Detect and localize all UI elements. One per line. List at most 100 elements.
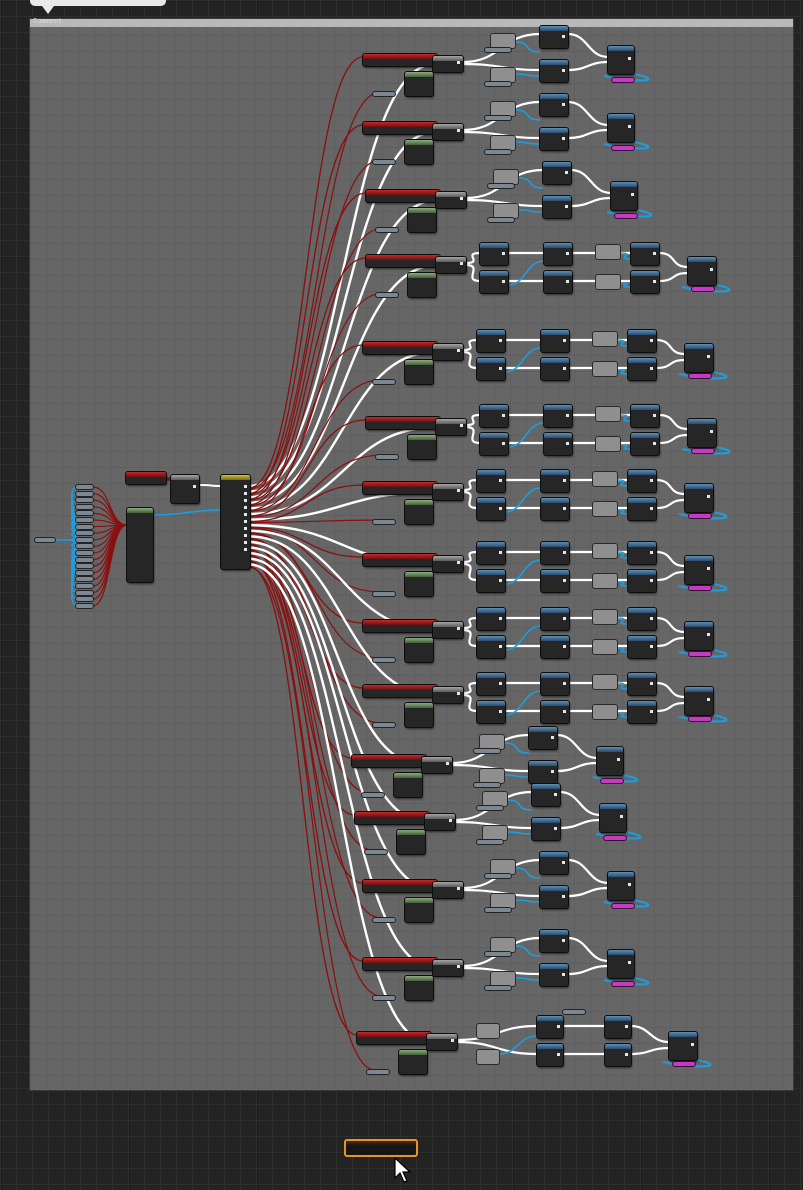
row-output-variable[interactable] [689, 374, 711, 378]
exec-pin-icon[interactable] [625, 1053, 628, 1056]
row-variable-node[interactable] [488, 218, 514, 222]
row-cast-node[interactable] [408, 273, 436, 297]
exec-pin-icon[interactable] [502, 414, 505, 417]
exec-pin-icon[interactable] [707, 698, 710, 701]
exec-pin-icon[interactable] [650, 339, 653, 342]
row-branch-node[interactable] [436, 192, 466, 208]
row-merge-node[interactable] [600, 804, 626, 832]
exec-pin-icon[interactable] [707, 567, 710, 570]
exec-pin-icon[interactable] [650, 507, 653, 510]
row-cast-node[interactable] [405, 898, 433, 922]
row-merge-node[interactable] [685, 687, 713, 715]
row-cast-node[interactable] [405, 638, 433, 662]
exec-pin-icon[interactable] [562, 861, 565, 864]
exec-pin-icon[interactable] [566, 280, 569, 283]
row-getter-node[interactable] [366, 190, 440, 202]
row-input-node[interactable] [593, 675, 617, 689]
row-branch-node[interactable] [433, 556, 463, 572]
exec-pin-icon[interactable] [499, 617, 502, 620]
selected-node[interactable] [344, 1139, 418, 1157]
input-variable-node[interactable] [76, 603, 93, 608]
input-variable-node[interactable] [76, 504, 93, 509]
row-cast-node[interactable] [405, 976, 433, 1000]
exec-pin-icon[interactable] [650, 479, 653, 482]
row-merge-node[interactable] [685, 622, 713, 650]
row-action-node[interactable] [541, 542, 569, 564]
exec-pin-icon[interactable] [650, 579, 653, 582]
exec-pin-icon[interactable] [653, 252, 656, 255]
row-action-node[interactable] [477, 542, 505, 564]
row-cast-node[interactable] [405, 360, 433, 384]
row-variable-node[interactable] [376, 455, 398, 459]
exec-pin-icon[interactable] [499, 682, 502, 685]
row-getter-node[interactable] [363, 122, 437, 134]
row-action-node[interactable] [628, 330, 656, 352]
row-cast-node[interactable] [397, 830, 425, 854]
row-action-node[interactable] [480, 405, 508, 427]
getter-node[interactable] [126, 472, 166, 484]
row-merge-node[interactable] [685, 556, 713, 584]
exec-pin-icon[interactable] [650, 682, 653, 685]
row-action-node[interactable] [477, 701, 505, 723]
row-input-node[interactable] [491, 34, 515, 48]
row-output-variable[interactable] [612, 904, 634, 908]
row-action-node[interactable] [544, 405, 572, 427]
exec-pin-icon[interactable] [244, 520, 247, 523]
row-merge-node[interactable] [685, 484, 713, 512]
row-action-node[interactable] [477, 330, 505, 352]
input-variable-node[interactable] [76, 524, 93, 529]
input-variable-node[interactable] [76, 564, 93, 569]
input-variable-node[interactable] [76, 531, 93, 536]
row-output-variable[interactable] [692, 287, 714, 291]
row-input-node[interactable] [494, 170, 518, 184]
exec-pin-icon[interactable] [563, 579, 566, 582]
exec-pin-icon[interactable] [551, 736, 554, 739]
row-output-variable[interactable] [612, 78, 634, 82]
exec-pin-icon[interactable] [460, 424, 463, 427]
exec-pin-icon[interactable] [457, 129, 460, 132]
exec-pin-icon[interactable] [563, 710, 566, 713]
row-action-node[interactable] [628, 570, 656, 592]
row-cast-node[interactable] [405, 140, 433, 164]
exec-pin-icon[interactable] [499, 579, 502, 582]
row-action-node[interactable] [477, 498, 505, 520]
row-getter-node[interactable] [363, 342, 437, 354]
row-variable-node[interactable] [373, 592, 395, 596]
row-input-node[interactable] [593, 502, 617, 516]
exec-pin-icon[interactable] [499, 710, 502, 713]
row-output-variable[interactable] [689, 652, 711, 656]
exec-pin-icon[interactable] [457, 692, 460, 695]
row-variable-node[interactable] [485, 908, 511, 912]
input-variable-node[interactable] [76, 511, 93, 516]
row-getter-node[interactable] [355, 812, 429, 824]
row-action-node[interactable] [628, 608, 656, 630]
exec-pin-icon[interactable] [244, 534, 247, 537]
row-merge-node[interactable] [608, 114, 634, 142]
row-variable-node[interactable] [373, 723, 395, 727]
exec-pin-icon[interactable] [457, 61, 460, 64]
input-variable-node[interactable] [76, 590, 93, 595]
branch-node[interactable] [171, 475, 199, 503]
row-output-variable[interactable] [692, 449, 714, 453]
exec-pin-icon[interactable] [499, 367, 502, 370]
row-variable-node[interactable] [376, 293, 398, 297]
row-action-node[interactable] [477, 570, 505, 592]
exec-pin-icon[interactable] [707, 355, 710, 358]
row-action-node[interactable] [529, 761, 557, 783]
row-action-node[interactable] [541, 636, 569, 658]
exec-pin-icon[interactable] [499, 645, 502, 648]
exec-pin-icon[interactable] [625, 1025, 628, 1028]
row-merge-node[interactable] [608, 46, 634, 74]
row-branch-node[interactable] [433, 484, 463, 500]
exec-pin-icon[interactable] [457, 349, 460, 352]
exec-pin-icon[interactable] [566, 442, 569, 445]
row-variable-node[interactable] [373, 996, 395, 1000]
row-action-node[interactable] [529, 727, 557, 749]
row-variable-node[interactable] [485, 952, 511, 956]
row-input-node[interactable] [480, 769, 504, 783]
row-output-variable[interactable] [612, 982, 634, 986]
row-getter-node[interactable] [357, 1032, 431, 1044]
exec-pin-icon[interactable] [244, 499, 247, 502]
row-input-node[interactable] [491, 860, 515, 874]
row-variable-node[interactable] [373, 160, 395, 164]
